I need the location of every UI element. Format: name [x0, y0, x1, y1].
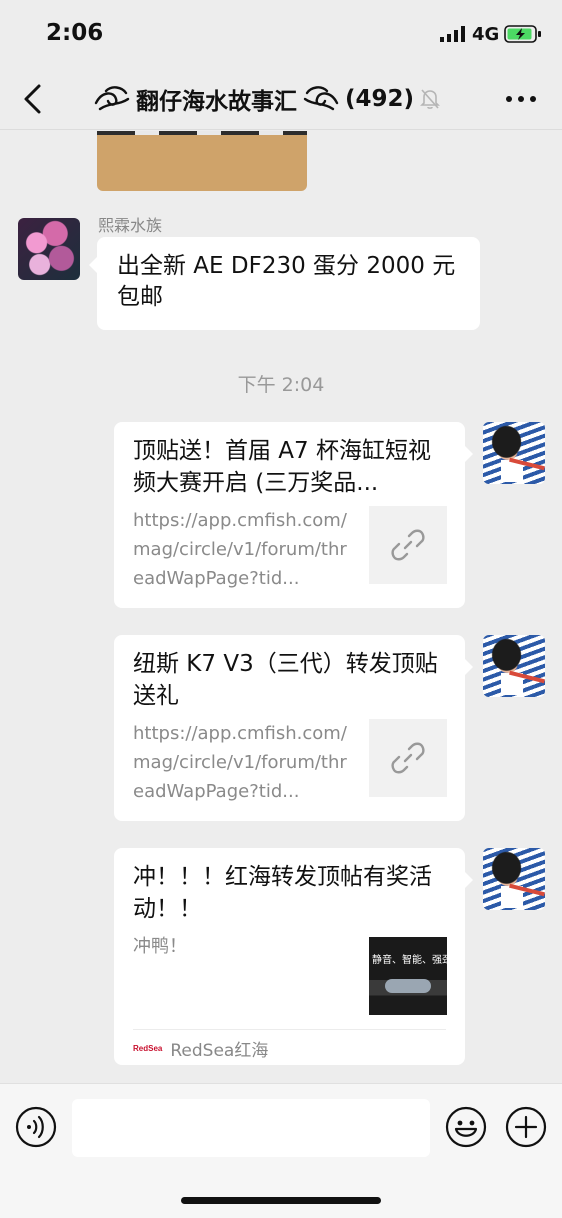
link-card[interactable]: 顶贴送！首届 A7 杯海缸短视频大赛开启 (三万奖品... https://ap… — [114, 422, 473, 608]
chat-title-text: 翻仔海水故事汇 — [136, 89, 297, 115]
chat-messages[interactable]: 熙霖水族 出全新 AE DF230 蛋分 2000 元包邮 下午 2:04 顶贴… — [0, 131, 562, 1083]
mute-bell-icon — [420, 89, 440, 109]
source-name: RedSea红海 — [170, 1041, 269, 1061]
avatar[interactable] — [483, 848, 545, 910]
network-label: 4G — [472, 24, 500, 45]
status-time: 2:06 — [46, 20, 104, 46]
voice-icon[interactable] — [15, 1106, 57, 1148]
emoji-icon[interactable] — [445, 1106, 487, 1148]
card-url: https://app.cmfish.com/mag/circle/v1/for… — [133, 510, 347, 589]
chat-title[interactable]: 翻仔海水故事汇 (492) — [92, 82, 442, 116]
promo-card[interactable]: 冲！！！红海转发顶帖有奖活动！！ 冲鸭！ 静音、智能、强劲 RedSea Red… — [114, 848, 473, 1065]
link-icon — [391, 529, 425, 561]
battery-icon — [504, 25, 541, 43]
wave-icon — [94, 86, 130, 111]
redsea-logo: RedSea — [133, 1044, 163, 1053]
card-title: 纽斯 K7 V3（三代）转发顶贴送礼 — [133, 651, 438, 709]
avatar[interactable] — [483, 635, 545, 697]
plus-icon[interactable] — [505, 1106, 547, 1148]
avatar[interactable] — [483, 422, 545, 484]
card-title: 顶贴送！首届 A7 杯海缸短视频大赛开启 (三万奖品... — [133, 438, 431, 496]
avatar[interactable] — [18, 218, 80, 280]
link-card[interactable]: 纽斯 K7 V3（三代）转发顶贴送礼 https://app.cmfish.co… — [114, 635, 473, 821]
status-bar: 2:06 4G — [0, 0, 562, 68]
link-thumbnail — [369, 506, 447, 584]
card-title: 冲！！！红海转发顶帖有奖活动！！ — [133, 864, 432, 922]
image-message[interactable] — [97, 131, 307, 191]
wave-icon — [303, 86, 339, 111]
chat-header: 翻仔海水故事汇 (492) — [0, 68, 562, 130]
more-icon[interactable] — [504, 86, 538, 112]
signal-icon — [440, 26, 465, 42]
back-icon[interactable] — [18, 82, 48, 116]
message-timestamp: 下午 2:04 — [237, 374, 325, 396]
card-url: https://app.cmfish.com/mag/circle/v1/for… — [133, 723, 347, 802]
text-message-bubble[interactable]: 出全新 AE DF230 蛋分 2000 元包邮 — [89, 237, 480, 330]
member-count: (492) — [345, 86, 415, 112]
card-footer: RedSea RedSea红海 — [133, 1029, 446, 1061]
promo-thumbnail: 静音、智能、强劲 — [369, 937, 447, 1015]
card-description: 冲鸭！ — [133, 936, 187, 957]
sender-name: 熙霖水族 — [98, 216, 163, 235]
home-indicator — [181, 1197, 381, 1204]
promo-thumbnail-caption: 静音、智能、强劲 — [372, 955, 447, 966]
product-image — [385, 979, 431, 993]
link-icon — [391, 742, 425, 774]
link-thumbnail — [369, 719, 447, 797]
message-input[interactable] — [72, 1099, 430, 1157]
